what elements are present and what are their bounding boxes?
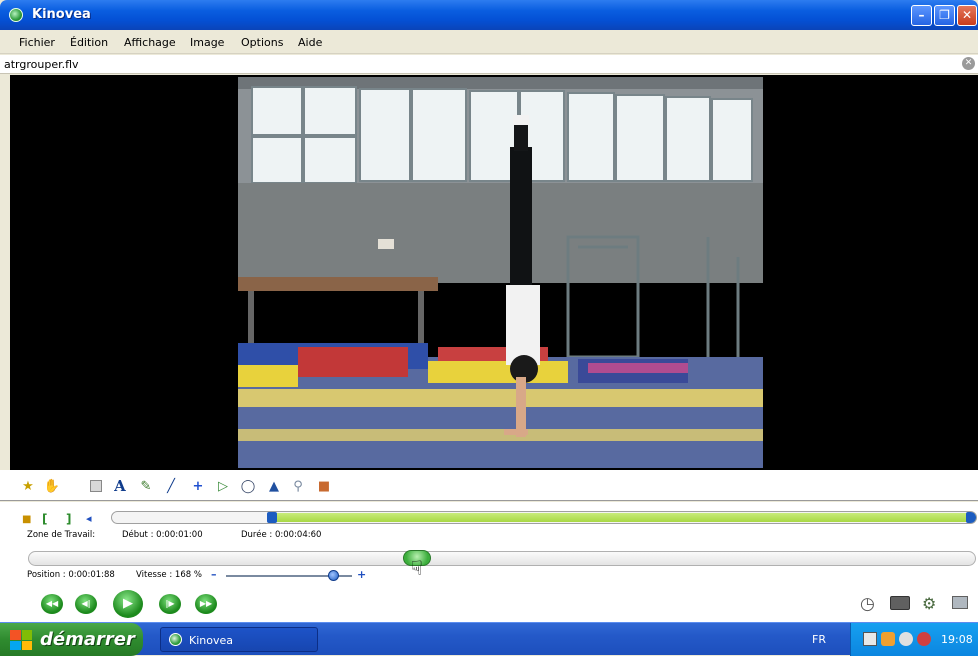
magnifier-icon[interactable]: ⚲: [290, 478, 306, 494]
pencil-icon[interactable]: ✎: [138, 478, 154, 494]
windows-taskbar: démarrer Kinovea FR 19:08: [0, 622, 978, 656]
title-bar: Kinovea – ❐ ✕: [0, 0, 978, 30]
position-value: Position : 0:00:01:88: [27, 570, 115, 580]
language-indicator[interactable]: FR: [812, 633, 826, 646]
angle-icon[interactable]: ▷: [215, 478, 231, 494]
workzone-start-handle[interactable]: [266, 512, 277, 523]
selection-start-icon[interactable]: [: [42, 512, 47, 526]
hand-cursor-icon: ☟: [410, 556, 423, 580]
menu-bar: Fichier Édition Affichage Image Options …: [0, 30, 978, 54]
chrono-icon[interactable]: ◯: [240, 478, 256, 494]
color-profile-icon[interactable]: ■: [316, 478, 332, 494]
system-tray: 19:08: [850, 623, 978, 656]
maximize-button[interactable]: ❐: [934, 5, 955, 26]
workzone-label: Zone de Travail:: [27, 530, 96, 540]
video-viewport[interactable]: [10, 75, 978, 470]
menu-affichage[interactable]: Affichage: [124, 36, 176, 49]
clock: 19:08: [941, 633, 973, 646]
start-button[interactable]: démarrer: [0, 623, 143, 656]
menu-aide[interactable]: Aide: [298, 36, 322, 49]
grid-perspective-icon[interactable]: ▲: [266, 478, 282, 494]
new-drawing-icon[interactable]: ★: [20, 478, 36, 494]
menu-fichier[interactable]: Fichier: [19, 36, 55, 49]
close-file-icon[interactable]: ✕: [962, 57, 975, 70]
workzone-track[interactable]: [111, 511, 977, 524]
speed-slider-thumb[interactable]: [328, 570, 340, 581]
file-name-label: atrgrouper.flv: [4, 58, 79, 71]
window-title: Kinovea: [32, 7, 91, 22]
drawing-toolbar: ★ ✋ A ✎ ╱ + ▷ ◯ ▲ ⚲ ■: [0, 470, 978, 501]
video-frame: [238, 77, 763, 468]
snapshot-icon[interactable]: [890, 596, 910, 610]
position-track[interactable]: [28, 551, 976, 566]
windows-logo-icon: [10, 630, 32, 650]
file-tab-bar: atrgrouper.flv ✕: [0, 55, 978, 74]
comment-icon[interactable]: [88, 478, 104, 494]
player-panel: ■ [ ] ◂ Zone de Travail: Début : 0:00:01…: [0, 502, 978, 622]
menu-image[interactable]: Image: [190, 36, 224, 49]
kinovea-app-icon: [9, 8, 23, 22]
start-label: démarrer: [40, 629, 135, 650]
update-icon[interactable]: [917, 632, 931, 646]
text-tool-icon[interactable]: A: [112, 477, 128, 495]
line-icon[interactable]: ╱: [163, 478, 179, 494]
network-icon[interactable]: [863, 632, 877, 646]
kinovea-taskbar-icon: [169, 633, 182, 646]
menu-options[interactable]: Options: [241, 36, 283, 49]
debut-value: Début : 0:00:01:00: [122, 530, 203, 540]
lock-icon[interactable]: ■: [22, 514, 31, 525]
speed-value: Vitesse : 168 %: [136, 570, 202, 580]
workzone-end-handle[interactable]: [966, 512, 976, 523]
duree-value: Durée : 0:00:04:60: [241, 530, 322, 540]
fullscreen-monitor-icon[interactable]: [952, 596, 968, 609]
speed-decrease-icon[interactable]: –: [211, 568, 217, 581]
previous-frame-button[interactable]: ◀|: [75, 594, 97, 614]
workzone-selection: [271, 513, 976, 522]
speed-increase-icon[interactable]: +: [357, 568, 366, 581]
timer-icon[interactable]: ◷: [860, 594, 875, 614]
taskbar-kinovea-button[interactable]: Kinovea: [160, 627, 318, 652]
volume-icon[interactable]: [899, 632, 913, 646]
cross-marker-icon[interactable]: +: [190, 478, 206, 494]
first-frame-button[interactable]: ◀◀: [41, 594, 63, 614]
last-frame-button[interactable]: ▶▶: [195, 594, 217, 614]
taskbar-kinovea-label: Kinovea: [189, 634, 233, 647]
play-button[interactable]: ▶: [113, 590, 143, 618]
goto-selection-start-icon[interactable]: ◂: [86, 512, 92, 525]
menu-edition[interactable]: Édition: [70, 36, 108, 49]
security-icon[interactable]: [881, 632, 895, 646]
selection-end-icon[interactable]: ]: [66, 512, 71, 526]
minimize-button[interactable]: –: [911, 5, 932, 26]
gym-handstand-frame: [238, 77, 763, 468]
save-video-icon[interactable]: ⚙: [922, 594, 936, 613]
close-button[interactable]: ✕: [957, 5, 977, 26]
next-frame-button[interactable]: |▶: [159, 594, 181, 614]
hand-icon[interactable]: ✋: [44, 478, 60, 494]
